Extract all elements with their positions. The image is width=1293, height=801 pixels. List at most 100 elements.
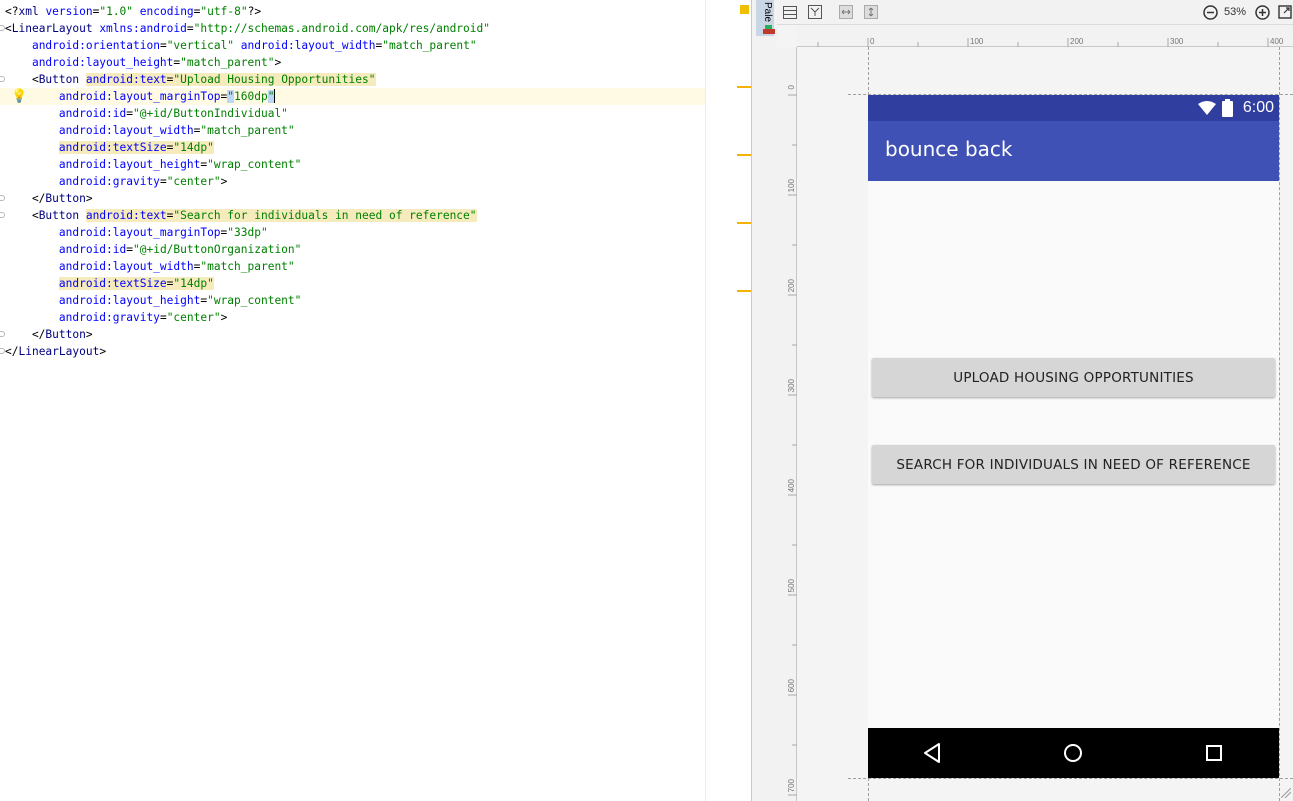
zoom-level: 53% [1224, 6, 1247, 18]
code-line[interactable]: <Button android:text="Upload Housing Opp… [0, 71, 705, 88]
code-line-text: android:layout_marginTop="33dp" [5, 224, 268, 241]
resize-handle-icon[interactable] [1281, 788, 1291, 798]
recents-icon[interactable] [1202, 741, 1226, 765]
code-line[interactable]: <?xml version="1.0" encoding="utf-8"?> [0, 3, 705, 20]
code-line[interactable]: android:layout_width="match_parent" [0, 258, 705, 275]
code-line[interactable]: android:layout_height="wrap_content" [0, 156, 705, 173]
code-token: android:gravity [58, 311, 160, 324]
inspection-status-icon[interactable] [740, 5, 749, 14]
code-token: "Search for individuals in need of refer… [173, 209, 477, 222]
code-line-text: android:gravity="center"> [5, 309, 227, 326]
design-toolbar: 53% [777, 0, 1293, 25]
upload-housing-button[interactable]: UPLOAD HOUSING OPPORTUNITIES [872, 358, 1275, 397]
code-token: > [85, 328, 93, 341]
code-line[interactable]: <LinearLayout xmlns:android="http://sche… [0, 20, 705, 37]
code-line[interactable]: android:layout_width="match_parent" [0, 122, 705, 139]
code-token: LinearLayout [18, 345, 100, 358]
code-token: "match_parent" [200, 124, 295, 137]
code-token: < [5, 209, 39, 222]
code-token: "vertical" [166, 39, 235, 52]
code-line[interactable]: </LinearLayout> [0, 343, 705, 360]
code-token: version [45, 5, 93, 18]
ruler-tick-label: 400 [1270, 37, 1284, 46]
zoom-in-icon[interactable] [1254, 4, 1270, 20]
stripe-warning-mark[interactable] [737, 86, 751, 88]
code-line[interactable]: android:id="@+id/ButtonOrganization" [0, 241, 705, 258]
code-line-text: android:layout_width="match_parent" [5, 122, 295, 139]
ruler-tick-label: 100 [787, 179, 796, 193]
zoom-fit-icon[interactable] [1277, 4, 1293, 20]
code-line[interactable]: android:gravity="center"> [0, 309, 705, 326]
ruler-tick-label: 200 [1070, 37, 1084, 46]
stripe-warning-mark[interactable] [737, 154, 751, 156]
horizontal-resize-icon[interactable] [838, 4, 854, 20]
code-line-text: <LinearLayout xmlns:android="http://sche… [5, 20, 490, 37]
navigation-bar [868, 728, 1279, 778]
layout-list-icon[interactable] [782, 4, 798, 20]
code-token: </ [5, 328, 46, 341]
app-title: bounce back [885, 137, 1013, 161]
code-line[interactable]: <Button android:text="Search for individ… [0, 207, 705, 224]
code-token: Button [38, 73, 86, 86]
status-bar: 6:00 [868, 95, 1279, 121]
text-caret [274, 89, 276, 103]
code-line[interactable]: </Button> [0, 326, 705, 343]
code-token: encoding [139, 5, 194, 18]
code-token: = [159, 175, 167, 188]
code-token: > [85, 192, 93, 205]
error-stripe[interactable] [737, 0, 751, 801]
code-token: "match_parent" [382, 39, 477, 52]
code-line-text: android:id="@+id/ButtonOrganization" [5, 241, 302, 258]
code-token: > [220, 175, 228, 188]
zoom-out-icon[interactable] [1202, 4, 1218, 20]
code-token: "Upload Housing Opportunities" [173, 73, 376, 86]
code-token: = [159, 39, 167, 52]
palette-tab[interactable]: Pale [756, 0, 775, 36]
code-line[interactable]: </Button> [0, 190, 705, 207]
code-token: android:layout_width [58, 124, 194, 137]
code-token: android:textSize [58, 277, 167, 290]
home-icon[interactable] [1061, 741, 1085, 765]
code-line-text: android:textSize="14dp" [5, 275, 214, 292]
code-token: "wrap_content" [207, 294, 302, 307]
code-line[interactable]: android:gravity="center"> [0, 173, 705, 190]
ruler-tick-label: 0 [870, 37, 875, 46]
code-line[interactable]: android:textSize="14dp" [0, 139, 705, 156]
code-line[interactable]: android:layout_marginTop="33dp" [0, 224, 705, 241]
code-line-text: android:gravity="center"> [5, 173, 227, 190]
code-line-text: </Button> [5, 190, 93, 207]
code-line-text: android:layout_width="match_parent" [5, 258, 295, 275]
code-token: android:text [85, 209, 167, 222]
code-line-text: <Button android:text="Search for individ… [5, 207, 477, 224]
code-line[interactable]: 💡 android:layout_marginTop="160dp" [0, 88, 705, 105]
code-line[interactable]: android:orientation="vertical" android:l… [0, 37, 705, 54]
code-line[interactable]: android:id="@+id/ButtonIndividual" [0, 105, 705, 122]
constraints-icon[interactable] [807, 4, 823, 20]
code-token: android:layout_marginTop [58, 90, 221, 103]
stripe-warning-mark[interactable] [737, 222, 751, 224]
ruler-tick-label: 500 [787, 579, 796, 593]
vertical-resize-icon[interactable] [863, 4, 879, 20]
code-line[interactable]: android:layout_height="match_parent"> [0, 54, 705, 71]
code-token: android:textSize [58, 141, 167, 154]
search-individuals-button[interactable]: SEARCH FOR INDIVIDUALS IN NEED OF REFERE… [872, 445, 1275, 484]
code-line-text: android:layout_height="wrap_content" [5, 156, 302, 173]
device-preview[interactable]: 6:00 bounce back UPLOAD HOUSING OPPORTUN… [868, 95, 1279, 778]
code-line[interactable]: android:textSize="14dp" [0, 275, 705, 292]
code-token: "@+id/ButtonIndividual" [133, 107, 288, 120]
code-lines[interactable]: <?xml version="1.0" encoding="utf-8"?> <L… [0, 3, 705, 360]
code-token: android:layout_height [31, 56, 174, 69]
back-icon[interactable] [920, 741, 944, 765]
code-line-text: android:textSize="14dp" [5, 139, 214, 156]
code-line[interactable]: android:layout_height="wrap_content" [0, 292, 705, 309]
xml-code-editor[interactable]: <?xml version="1.0" encoding="utf-8"?> <L… [0, 0, 751, 801]
stripe-warning-mark[interactable] [737, 290, 751, 292]
vertical-ruler: 0 100 200 300 400 500 600 700 [777, 47, 797, 801]
code-line-text: android:layout_height="wrap_content" [5, 292, 302, 309]
